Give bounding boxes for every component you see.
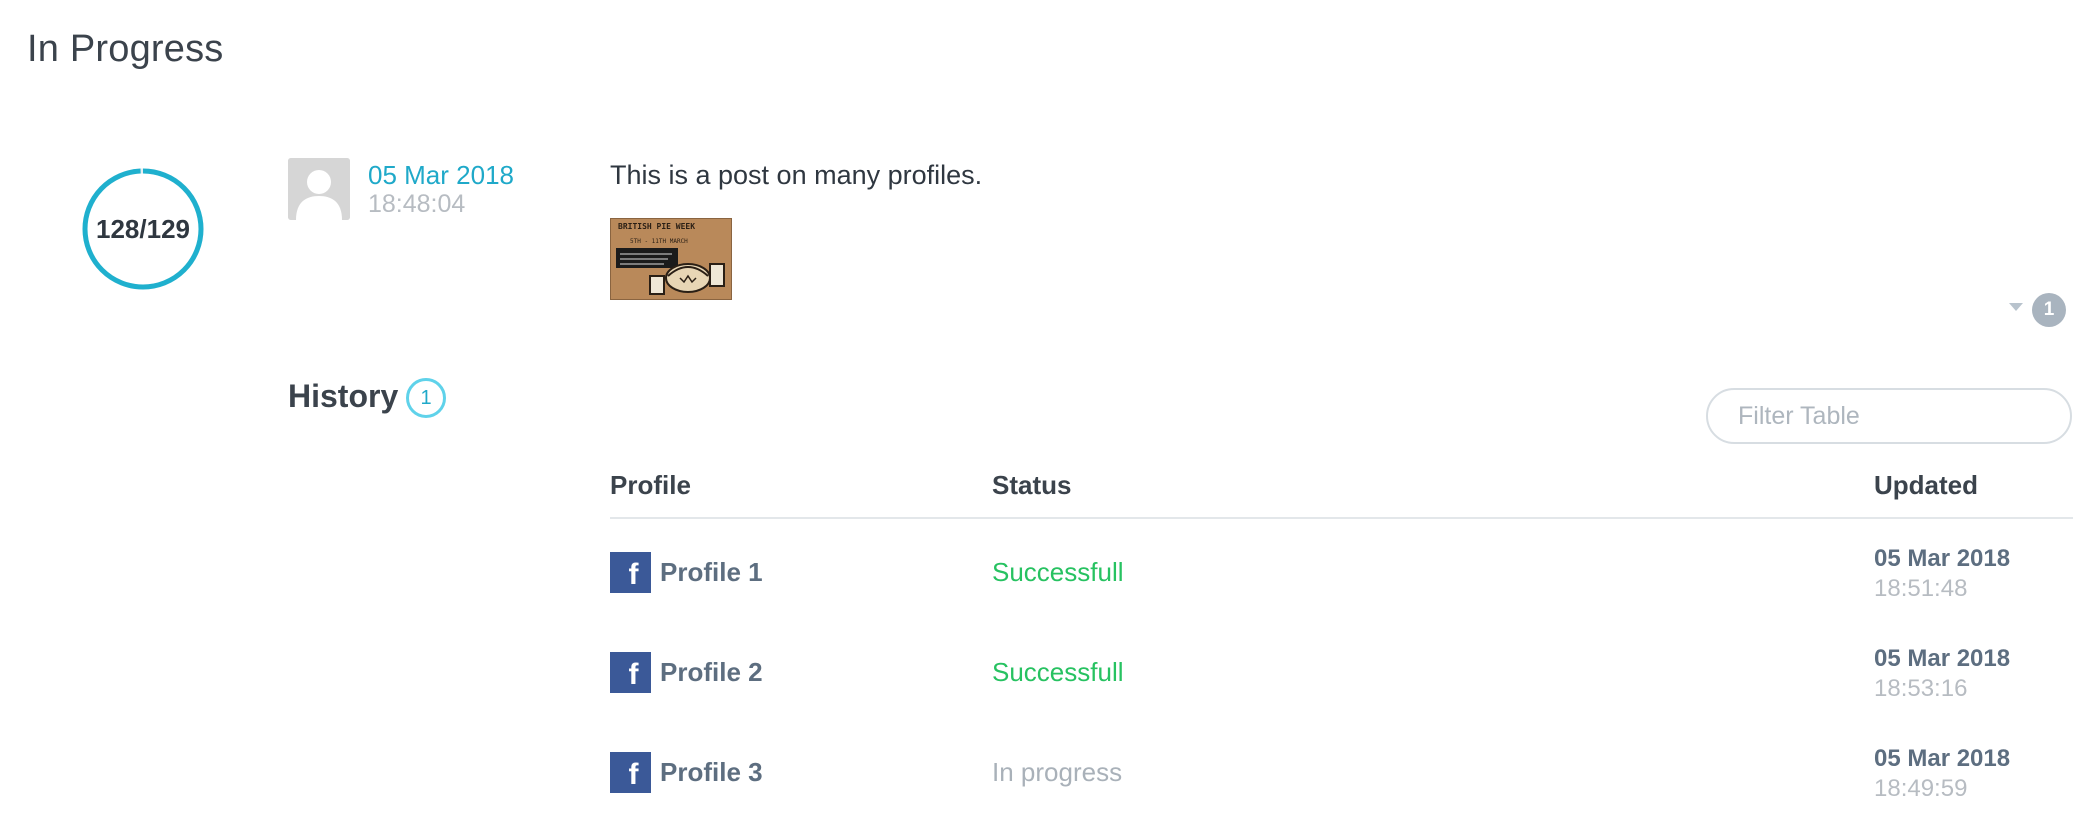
facebook-icon: f: [610, 552, 651, 593]
table-row: f Profile 3 In progress 05 Mar 2018 18:4…: [610, 745, 2073, 820]
poster-caption: BRITISH PIE WEEK: [618, 222, 695, 231]
column-header-status[interactable]: Status: [992, 470, 1071, 501]
poster-subcaption: 5TH - 11TH MARCH: [630, 238, 688, 245]
profile-name-link[interactable]: Profile 1: [660, 557, 763, 588]
progress-count: 128/129: [96, 213, 190, 244]
facebook-icon-letter: f: [628, 758, 639, 791]
updated-time: 18:51:48: [1874, 575, 1968, 602]
profile-name-link[interactable]: Profile 3: [660, 757, 763, 788]
pie-week-poster-image: BRITISH PIE WEEK 5TH - 11TH MARCH: [610, 218, 732, 300]
facebook-icon-letter: f: [628, 658, 639, 691]
comment-count-badge[interactable]: 1: [2032, 293, 2066, 327]
facebook-icon-letter: f: [628, 558, 639, 591]
profile-name-link[interactable]: Profile 2: [660, 657, 763, 688]
facebook-icon: f: [610, 752, 651, 793]
status-text: Successfull: [992, 657, 1124, 687]
status-text: In progress: [992, 757, 1123, 787]
post-text: This is a post on many profiles.: [610, 160, 983, 190]
facebook-icon: f: [610, 652, 651, 693]
status-text: Successfull: [992, 557, 1124, 587]
updated-date: 05 Mar 2018: [1874, 645, 2011, 672]
table-row: f Profile 1 Successfull 05 Mar 2018 18:5…: [610, 545, 2073, 632]
post-date: 05 Mar 2018: [368, 160, 514, 190]
history-heading: History: [288, 378, 399, 414]
updated-time: 18:53:16: [1874, 675, 1968, 702]
history-count-badge: 1: [406, 378, 446, 418]
progress-ring: 128/129: [80, 166, 206, 292]
updated-date: 05 Mar 2018: [1874, 545, 2011, 572]
table-row: f Profile 2 Successfull 05 Mar 2018 18:5…: [610, 645, 2073, 732]
table-header-divider: [610, 517, 2073, 519]
page-title: In Progress: [27, 28, 224, 70]
expand-caret-icon[interactable]: [2009, 303, 2023, 311]
filter-table-input[interactable]: [1706, 388, 2072, 444]
user-silhouette-icon: [288, 158, 350, 220]
column-header-profile[interactable]: Profile: [610, 470, 691, 501]
column-header-updated[interactable]: Updated: [1874, 470, 1978, 501]
updated-time: 18:49:59: [1874, 775, 1968, 802]
post-image-thumbnail[interactable]: BRITISH PIE WEEK 5TH - 11TH MARCH: [610, 218, 732, 300]
post-time: 18:48:04: [368, 190, 466, 218]
updated-date: 05 Mar 2018: [1874, 745, 2011, 772]
avatar: [288, 158, 350, 220]
